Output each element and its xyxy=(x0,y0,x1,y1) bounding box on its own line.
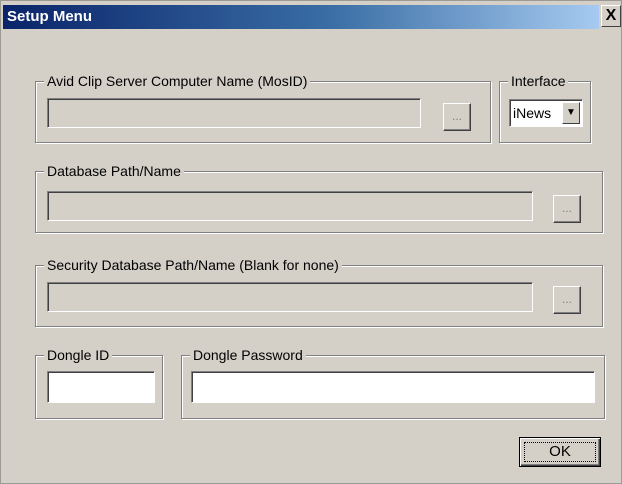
database-path-input[interactable] xyxy=(47,191,533,221)
interface-select[interactable]: iNews ▼ xyxy=(509,99,583,127)
setup-dialog: Setup Menu X Avid Clip Server Computer N… xyxy=(0,0,622,484)
clip-server-legend: Avid Clip Server Computer Name (MosID) xyxy=(44,72,311,90)
ellipsis-icon: ... xyxy=(561,292,572,306)
ellipsis-icon: ... xyxy=(451,109,462,123)
interface-legend: Interface xyxy=(508,72,569,90)
dongle-id-legend: Dongle ID xyxy=(44,346,113,364)
chevron-down-icon: ▼ xyxy=(566,107,576,118)
database-legend: Database Path/Name xyxy=(44,162,184,180)
ok-button[interactable]: OK xyxy=(519,437,601,467)
database-browse-button[interactable]: ... xyxy=(553,195,581,223)
clip-server-browse-button[interactable]: ... xyxy=(443,103,471,131)
close-icon: X xyxy=(605,7,617,24)
window-title: Setup Menu xyxy=(7,8,92,25)
close-button[interactable]: X xyxy=(601,5,621,27)
security-database-browse-button[interactable]: ... xyxy=(553,286,581,314)
dropdown-arrow-button[interactable]: ▼ xyxy=(562,102,580,124)
ok-button-label: OK xyxy=(549,443,571,460)
title-bar[interactable]: Setup Menu xyxy=(3,5,599,29)
clip-server-name-input[interactable] xyxy=(47,98,421,128)
ellipsis-icon: ... xyxy=(561,201,572,215)
interface-selected-value: iNews xyxy=(513,105,552,121)
dongle-password-input[interactable] xyxy=(191,371,595,403)
security-database-legend: Security Database Path/Name (Blank for n… xyxy=(44,256,342,274)
dongle-id-input[interactable] xyxy=(47,371,155,403)
security-database-path-input[interactable] xyxy=(47,282,533,312)
dongle-password-legend: Dongle Password xyxy=(190,346,306,364)
